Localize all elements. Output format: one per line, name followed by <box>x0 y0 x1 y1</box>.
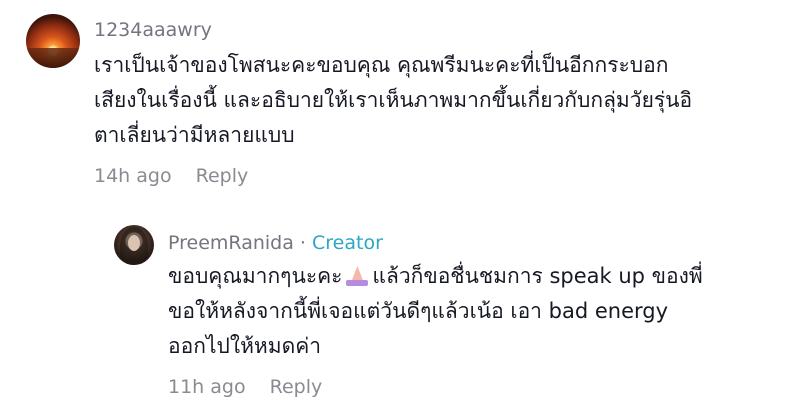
creator-avatar[interactable] <box>114 225 154 265</box>
reply-reply-button[interactable]: Reply <box>270 376 323 398</box>
avatar-face <box>128 235 140 251</box>
comment-meta: 14h ago Reply <box>94 165 248 187</box>
reply-text-line: ออกไปให้หมดค่า <box>168 334 322 358</box>
reply-text-line: ขอบคุณมากๆนะคะ แล้วก็ขอชื่นชมการ speak up… <box>168 259 788 294</box>
reply-meta: 11h ago Reply <box>168 376 322 398</box>
reply-text: ขอบคุณมากๆนะคะ แล้วก็ขอชื่นชมการ speak up… <box>168 259 788 364</box>
reply-text-line1-a: ขอบคุณมากๆนะคะ <box>168 264 343 288</box>
reply-text-line: ขอให้หลังจากนี้พี่เจอแต่วันดีๆแล้วเน้อ เ… <box>168 299 669 323</box>
praying-hands-icon <box>346 264 369 286</box>
comment-text-line: เสียงในเรื่องนี้ และอธิบายให้เราเห็นภาพม… <box>94 88 693 112</box>
comment-timestamp: 14h ago <box>94 165 172 187</box>
reply-text-line1-b: แล้วก็ขอชื่นชมการ speak up ของพี่ <box>372 264 703 288</box>
reply-username[interactable]: PreemRanida <box>168 232 294 254</box>
reply-timestamp: 11h ago <box>168 376 246 398</box>
comment-text-line: เราเป็นเจ้าของโพสนะคะขอบคุณ คุณพรีมนะคะท… <box>94 53 669 77</box>
commenter-username[interactable]: 1234aaawry <box>94 19 212 41</box>
comment-text-line: ตาเลี่ยนว่ามีหลายแบบ <box>94 123 295 147</box>
commenter-avatar[interactable] <box>26 14 80 68</box>
reply-header: PreemRanida · Creator <box>168 232 383 254</box>
creator-badge: Creator <box>312 232 383 254</box>
comment-text: เราเป็นเจ้าของโพสนะคะขอบคุณ คุณพรีมนะคะท… <box>94 48 784 153</box>
sunset-horizon <box>26 48 80 68</box>
comment-reply-button[interactable]: Reply <box>196 165 249 187</box>
reply-separator: · <box>299 232 306 254</box>
